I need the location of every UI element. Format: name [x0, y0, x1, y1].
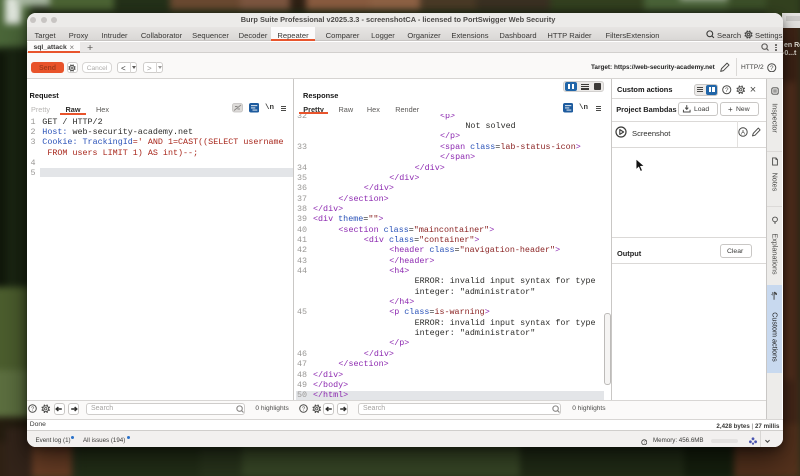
svg-text:A: A [741, 130, 745, 136]
svg-text:?: ? [642, 439, 645, 445]
svg-text:?: ? [725, 87, 729, 94]
svg-text:?: ? [770, 64, 774, 71]
